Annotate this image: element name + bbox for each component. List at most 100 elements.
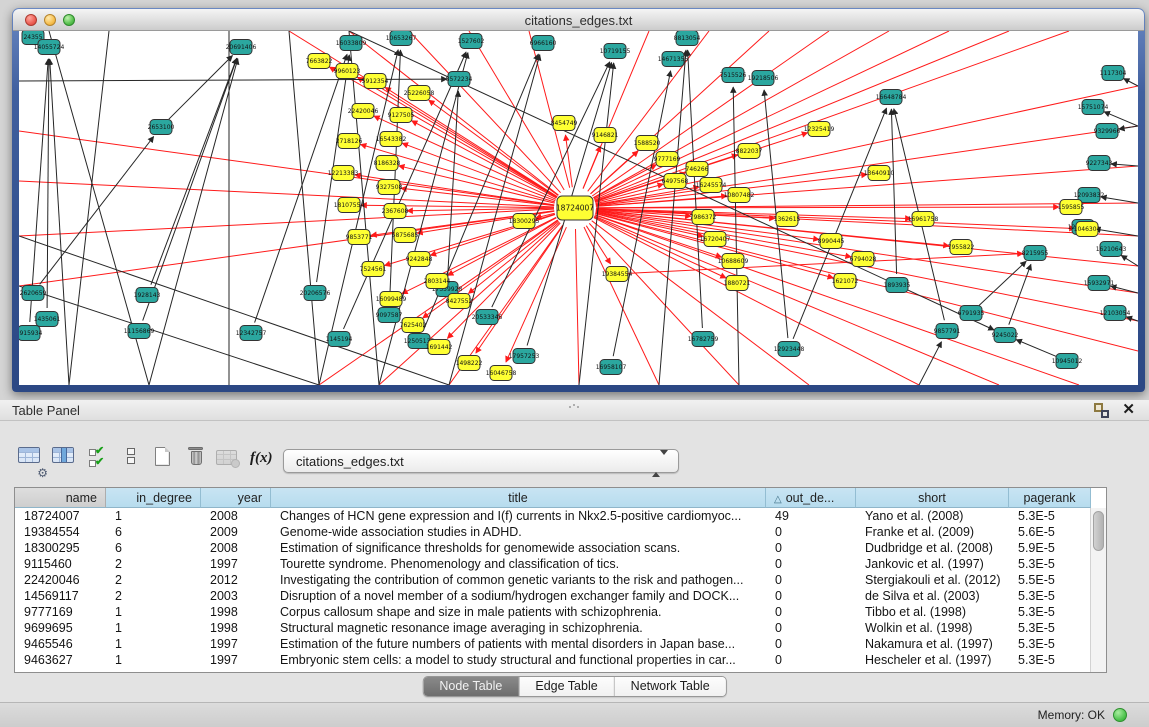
graph-node[interactable]: 16046758 xyxy=(486,366,517,381)
table-row[interactable]: 977716911998Corpus callosum shape and si… xyxy=(15,604,1090,620)
graph-node[interactable]: 10688609 xyxy=(718,254,749,269)
graph-node[interactable]: 8215955 xyxy=(1022,246,1049,261)
graph-node[interactable]: 2653100 xyxy=(148,120,175,135)
table-row[interactable]: 911546021997Tourette syndrome. Phenomeno… xyxy=(15,556,1090,572)
graph-node[interactable]: 1595855 xyxy=(1058,200,1085,215)
graph-node[interactable]: 1117304 xyxy=(1100,66,1127,81)
graph-node[interactable]: 1880721 xyxy=(724,276,751,291)
tab-edge-table[interactable]: Edge Table xyxy=(519,677,614,696)
graph-node[interactable]: 19384554 xyxy=(602,267,633,282)
graph-node[interactable]: 20206576 xyxy=(300,286,331,301)
graph-node[interactable]: 16648784 xyxy=(876,90,907,105)
graph-node[interactable]: 17957253 xyxy=(509,349,540,364)
graph-node[interactable]: 9242848 xyxy=(406,252,433,267)
graph-node[interactable]: 11156869 xyxy=(124,324,155,339)
column-header-short[interactable]: short xyxy=(856,488,1009,508)
graph-node[interactable]: 2803144 xyxy=(424,274,451,289)
graph-edge[interactable] xyxy=(255,54,348,322)
graph-node[interactable]: 7524561 xyxy=(360,262,387,277)
graph-edge[interactable] xyxy=(592,31,829,196)
graph-node[interactable]: 1435061 xyxy=(34,312,61,327)
table-settings-button[interactable]: ⚙ xyxy=(18,447,44,474)
graph-node[interactable]: 7515526 xyxy=(720,68,747,83)
graph-edge[interactable] xyxy=(390,50,401,304)
graph-node[interactable]: 7986372 xyxy=(690,210,717,225)
graph-node[interactable]: 12923448 xyxy=(774,342,805,357)
graph-node[interactable]: 14055724 xyxy=(34,40,65,55)
table-row[interactable]: 1830029562008Estimation of significance … xyxy=(15,540,1090,556)
graph-node[interactable]: 10653267 xyxy=(386,31,417,46)
graph-edge[interactable] xyxy=(289,31,319,385)
graph-node[interactable]: 15751074 xyxy=(1078,100,1109,115)
graph-node[interactable]: 7625402 xyxy=(400,318,427,333)
graph-edge[interactable] xyxy=(149,59,238,385)
column-header-outde[interactable]: △out_de... xyxy=(766,488,856,508)
graph-edge[interactable] xyxy=(151,58,237,285)
graph-node[interactable]: 8822037 xyxy=(736,144,763,159)
graph-edge[interactable] xyxy=(69,31,109,385)
graph-node[interactable]: 9097587 xyxy=(376,308,403,323)
table-select-dropdown[interactable]: citations_edges.txt xyxy=(283,449,679,473)
graph-node[interactable]: 1362615 xyxy=(774,212,801,227)
minimize-window-icon[interactable] xyxy=(44,14,56,26)
graph-node[interactable]: 9960123 xyxy=(334,64,361,79)
graph-edge[interactable] xyxy=(476,225,563,353)
graph-node[interactable]: 12342757 xyxy=(236,326,267,341)
graph-node[interactable]: 2367608 xyxy=(382,204,409,219)
column-header-pagerank[interactable]: pagerank xyxy=(1009,488,1091,508)
graph-node[interactable]: 22420046 xyxy=(348,104,379,119)
graph-edge[interactable] xyxy=(1101,197,1138,203)
graph-edge[interactable] xyxy=(1009,264,1031,324)
graph-node[interactable]: 16782759 xyxy=(688,332,719,347)
graph-node[interactable]: 9857791 xyxy=(934,324,961,339)
graph-edge[interactable] xyxy=(919,342,942,385)
graph-node[interactable]: 25226058 xyxy=(404,86,435,101)
table-row[interactable]: 946554611997Estimation of the future num… xyxy=(15,636,1090,652)
network-window-titlebar[interactable]: citations_edges.txt xyxy=(13,9,1144,31)
graph-node[interactable]: 5912354 xyxy=(362,74,389,89)
graph-edge[interactable] xyxy=(19,286,319,385)
graph-edge[interactable] xyxy=(329,67,556,198)
graph-edge[interactable] xyxy=(1111,164,1138,166)
graph-edge[interactable] xyxy=(793,108,886,339)
graph-edge[interactable] xyxy=(576,229,580,385)
delete-table-button[interactable] xyxy=(188,447,204,474)
graph-node[interactable]: 8454749 xyxy=(551,116,578,131)
graph-edge[interactable] xyxy=(1124,79,1138,87)
graph-node[interactable]: 1691442 xyxy=(426,340,453,355)
graph-edge[interactable] xyxy=(596,209,1138,236)
column-header-indegree[interactable]: in_degree xyxy=(106,488,201,508)
graph-node[interactable]: 1145194 xyxy=(326,332,353,347)
graph-edge[interactable] xyxy=(1119,126,1138,129)
close-panel-icon[interactable]: ✕ xyxy=(1122,400,1135,418)
graph-node[interactable]: 12103054 xyxy=(1100,306,1131,321)
graph-node[interactable]: 13640910 xyxy=(864,166,895,181)
graph-edge[interactable] xyxy=(385,87,557,196)
graph-edge[interactable] xyxy=(40,137,154,285)
new-table-button[interactable] xyxy=(152,447,178,474)
tab-network-table[interactable]: Network Table xyxy=(615,677,726,696)
graph-edge[interactable] xyxy=(529,31,570,188)
graph-node[interactable]: 9777169 xyxy=(654,152,681,167)
select-all-rows-button[interactable]: ✔ ✔ xyxy=(89,447,115,474)
network-canvas[interactable]: 2435514055724206914061603380910653267152… xyxy=(19,31,1138,385)
column-header-name[interactable]: name xyxy=(15,488,106,508)
table-row[interactable]: 1938455462009Genome-wide association stu… xyxy=(15,524,1090,540)
graph-node[interactable]: 10807482 xyxy=(724,188,755,203)
table-row[interactable]: 969969511998Structural magnetic resonanc… xyxy=(15,620,1090,636)
graph-node[interactable]: 12325419 xyxy=(804,122,835,137)
graph-node[interactable]: 16961758 xyxy=(908,212,939,227)
graph-node[interactable]: 8813054 xyxy=(674,31,701,46)
graph-node[interactable]: 19218506 xyxy=(748,71,779,86)
graph-node[interactable]: 2718126 xyxy=(336,134,363,149)
graph-node[interactable]: 16958107 xyxy=(596,360,627,375)
graph-node[interactable]: 16210643 xyxy=(1096,242,1127,257)
float-panel-icon[interactable] xyxy=(1094,403,1109,418)
graph-edge[interactable] xyxy=(594,218,919,385)
graph-node[interactable]: 9127505 xyxy=(388,108,415,123)
vertical-scrollbar[interactable] xyxy=(1090,508,1106,672)
graph-node[interactable]: 746266 xyxy=(686,162,709,177)
graph-edge[interactable] xyxy=(596,209,1075,229)
graph-node[interactable]: 5875685 xyxy=(392,228,419,243)
table-row[interactable]: 946362711997Embryonic stem cells: a mode… xyxy=(15,652,1090,668)
